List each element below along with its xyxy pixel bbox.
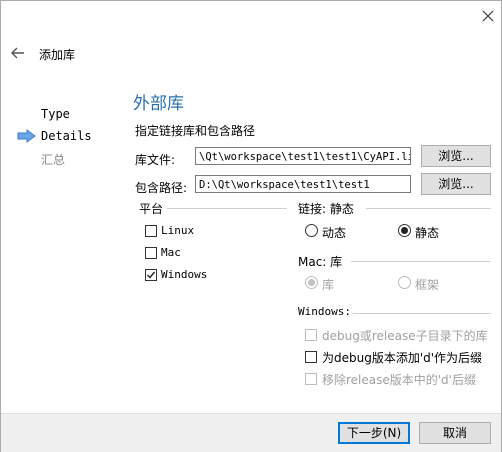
mac-framework-radio[interactable] bbox=[398, 276, 411, 289]
browse-include-button[interactable]: 浏览... bbox=[421, 173, 491, 195]
add-library-dialog: 添加库 Type Details 汇总 外部库 指定链接库和包含路径 库文件: … bbox=[0, 0, 502, 452]
page-heading: 外部库 bbox=[133, 94, 184, 114]
debug-release-subdir-label: debug或release子目录下的库 bbox=[322, 329, 488, 343]
cancel-button[interactable]: 取消 bbox=[419, 422, 491, 444]
back-arrow-icon[interactable] bbox=[9, 45, 27, 61]
static-label: 静态 bbox=[415, 226, 440, 240]
close-icon[interactable] bbox=[477, 5, 499, 27]
window-title: 添加库 bbox=[39, 48, 76, 62]
mac-library-radio[interactable] bbox=[305, 276, 318, 289]
page-subtitle: 指定链接库和包含路径 bbox=[135, 124, 256, 138]
platform-group-divider bbox=[167, 208, 287, 209]
mac-label: Mac bbox=[161, 246, 181, 259]
add-d-suffix-label: 为debug版本添加'd'作为后缀 bbox=[322, 351, 483, 365]
windows-checkbox[interactable] bbox=[145, 269, 157, 281]
dynamic-label: 动态 bbox=[322, 226, 347, 240]
dynamic-radio[interactable] bbox=[305, 224, 318, 237]
linkage-group-title: 链接: 静态 bbox=[298, 202, 354, 216]
linkage-group-divider bbox=[366, 208, 491, 209]
next-button[interactable]: 下一步(N) bbox=[338, 422, 410, 444]
add-d-suffix-checkbox[interactable] bbox=[305, 351, 317, 363]
mac-framework-label: 框架 bbox=[415, 278, 440, 292]
static-radio[interactable] bbox=[398, 224, 411, 237]
mac-group-title: Mac: 库 bbox=[298, 255, 343, 269]
browse-library-button[interactable]: 浏览... bbox=[421, 145, 491, 167]
mac-checkbox[interactable] bbox=[145, 247, 157, 259]
windows-label: Windows bbox=[161, 268, 208, 281]
step-type: Type bbox=[41, 107, 70, 121]
windows-group-title: Windows: bbox=[298, 305, 351, 318]
checkmark-icon bbox=[147, 271, 156, 279]
current-step-arrow-icon bbox=[17, 129, 37, 143]
windows-group-divider bbox=[353, 313, 491, 314]
include-path-input[interactable]: D:\Qt\workspace\test1\test1 bbox=[195, 175, 411, 193]
remove-d-suffix-checkbox[interactable] bbox=[305, 373, 317, 385]
library-file-input[interactable]: \Qt\workspace\test1\test1\CyAPI.lib bbox=[195, 147, 411, 165]
step-details: Details bbox=[41, 129, 92, 143]
library-file-label: 库文件: bbox=[135, 153, 176, 167]
linux-label: Linux bbox=[161, 224, 195, 237]
include-path-label: 包含路径: bbox=[135, 181, 188, 195]
step-summary: 汇总 bbox=[41, 153, 66, 167]
debug-release-subdir-checkbox[interactable] bbox=[305, 329, 317, 341]
mac-group-divider bbox=[351, 261, 491, 262]
remove-d-suffix-label: 移除release版本中的'd'后缀 bbox=[322, 373, 476, 387]
platform-group-title: 平台 bbox=[139, 202, 164, 216]
mac-library-label: 库 bbox=[322, 278, 335, 292]
linux-checkbox[interactable] bbox=[145, 225, 157, 237]
